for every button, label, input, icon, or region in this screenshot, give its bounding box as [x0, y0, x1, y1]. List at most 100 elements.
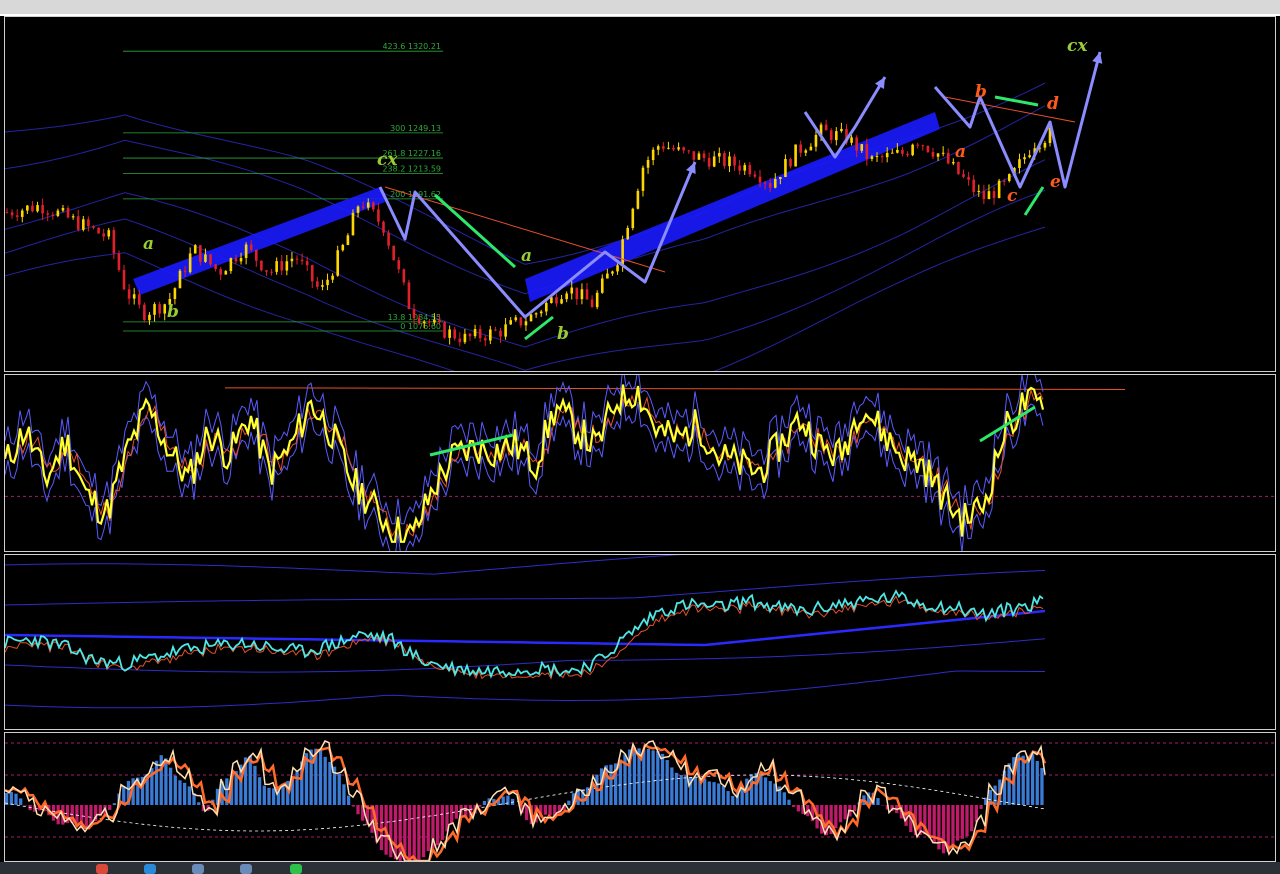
candle-body [341, 244, 345, 251]
chrome-icon[interactable] [96, 864, 108, 874]
candle-body [458, 338, 462, 343]
candle-body [112, 230, 116, 254]
candle-body [473, 329, 477, 337]
candle-body [799, 144, 802, 153]
candle-body [183, 270, 187, 273]
candle-body [789, 158, 792, 167]
candle-body [880, 156, 884, 158]
candle-body [331, 275, 334, 280]
candle-body [10, 212, 14, 216]
candle-body [427, 321, 431, 323]
candle-body [382, 221, 385, 233]
candle-body [290, 258, 294, 262]
candle-body [127, 289, 131, 299]
price-chart-canvas: 423.6 1320.21300 1249.13261.8 1227.16238… [5, 36, 1103, 371]
histogram-bar-positive [328, 761, 332, 805]
candle-body [438, 319, 441, 323]
candle-body [901, 149, 904, 154]
candle-body [153, 304, 156, 315]
candle-body [835, 131, 838, 141]
candle-body [636, 190, 640, 209]
window-icon[interactable] [240, 864, 252, 874]
histogram-bar-negative [84, 805, 88, 829]
candle-body [677, 147, 680, 150]
candle-body [606, 273, 609, 279]
histogram-bar-positive [731, 795, 735, 805]
candle-body [855, 137, 858, 151]
histogram-bar-positive [567, 800, 571, 805]
price-chart-panel[interactable]: 423.6 1320.21 300 1249.13 261.8 1227.16 238… [4, 16, 1276, 372]
histogram-bar-positive [679, 774, 683, 805]
histogram-bar-negative [435, 805, 440, 846]
candle-body [651, 149, 655, 161]
candle-body [36, 205, 39, 212]
candle-body [977, 190, 981, 192]
candle-body [1028, 155, 1031, 158]
histogram-bar-negative [838, 805, 843, 823]
histogram-bar-positive [1026, 756, 1030, 805]
candle-body [316, 281, 319, 287]
candle-body [814, 134, 818, 147]
histogram-bar-negative [843, 805, 847, 820]
candle-body [529, 314, 533, 322]
wave-label-cx: cx [1067, 36, 1088, 56]
candle-body [906, 153, 909, 156]
histogram-bar-positive [262, 785, 266, 805]
skype-icon[interactable] [144, 864, 156, 874]
wave-label-c: c [1007, 186, 1018, 206]
candle-body [514, 317, 518, 321]
candle-body [92, 226, 95, 228]
histogram-bar-positive [726, 791, 730, 805]
candle-body [779, 177, 782, 179]
candle-body [885, 152, 889, 158]
histogram-bar-positive [693, 776, 697, 805]
histogram-bar-positive [183, 782, 187, 805]
candle-body [412, 309, 416, 319]
candle-body [173, 288, 177, 299]
green-arrow [433, 193, 517, 269]
candle-body [957, 161, 960, 175]
histogram-bar-negative [393, 805, 398, 860]
candle-body [911, 144, 914, 156]
candle-body [87, 219, 90, 227]
histogram-bar-negative [548, 805, 552, 816]
candle-body [916, 144, 920, 146]
candle-body [753, 174, 757, 177]
candle-body [672, 147, 675, 150]
candle-body [875, 156, 879, 158]
histogram-bar-positive [1035, 760, 1039, 805]
candle-body [712, 156, 716, 167]
candle-body [56, 210, 60, 216]
histogram-bar-negative [440, 805, 444, 840]
messenger-icon[interactable] [290, 864, 302, 874]
candle-body [15, 215, 19, 217]
oscillator-panel[interactable] [4, 374, 1276, 552]
histogram-bar-negative [960, 805, 964, 839]
histogram-bar-negative [108, 805, 112, 811]
momentum-band [5, 638, 1046, 673]
candle-body [611, 271, 614, 274]
candle-body [723, 153, 726, 167]
candle-body [621, 239, 624, 266]
candle-body [743, 165, 747, 171]
folder-icon[interactable] [192, 864, 204, 874]
histogram-panel[interactable] [4, 732, 1276, 862]
histogram-bar-negative [450, 805, 454, 824]
histogram-bar-positive [1040, 767, 1044, 805]
candle-body [41, 205, 44, 214]
histogram-bar-positive [154, 760, 159, 805]
wave-label-b: b [167, 302, 179, 322]
candle-body [5, 212, 9, 214]
histogram-bar-positive [112, 803, 117, 805]
candle-body [489, 329, 492, 341]
candle-body [926, 145, 930, 152]
candle-body [143, 304, 146, 321]
candle-body [499, 330, 502, 337]
candle-body [387, 232, 390, 246]
candle-body [768, 183, 772, 188]
wave-label-d: d [1047, 94, 1059, 114]
momentum-panel[interactable] [4, 554, 1276, 730]
candle-body [214, 264, 217, 270]
histogram-bar-positive [717, 783, 721, 805]
candle-body [397, 260, 401, 270]
